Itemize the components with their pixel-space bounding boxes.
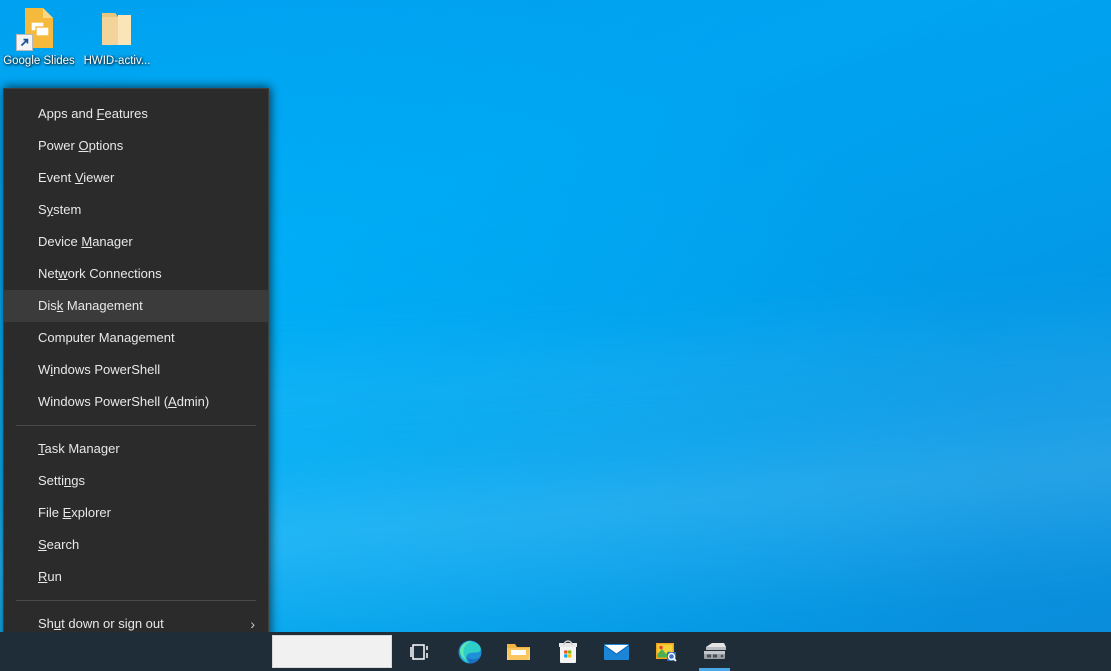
menu-item-device-manager[interactable]: Device Manager [4, 226, 268, 258]
taskbar-button-list [396, 632, 739, 671]
menu-item-label: Network Connections [38, 266, 162, 281]
menu-separator [16, 600, 256, 601]
desktop-icon-list: Google Slides HWID-activ... [0, 4, 156, 68]
winx-power-user-menu: Apps and Features Power Options Event Vi… [3, 88, 269, 671]
menu-item-label: Run [38, 569, 62, 584]
photos-app-icon [655, 642, 677, 662]
google-slides-icon [15, 4, 63, 52]
disk-management-icon [703, 642, 726, 659]
menu-item-apps-and-features[interactable]: Apps and Features [4, 98, 268, 130]
menu-item-label: Disk Management [38, 298, 143, 313]
shortcut-arrow-badge [16, 34, 33, 51]
menu-item-search[interactable]: Search [4, 529, 268, 561]
menu-item-network-connections[interactable]: Network Connections [4, 258, 268, 290]
taskbar-button-mail[interactable] [592, 632, 641, 671]
menu-item-label: Search [38, 537, 80, 552]
menu-item-label: Task Manager [38, 441, 120, 456]
menu-item-label: Windows PowerShell [38, 362, 161, 377]
desktop-icon-label: Google Slides [3, 55, 75, 67]
menu-item-system[interactable]: System [4, 194, 268, 226]
task-view-icon [409, 643, 428, 660]
menu-item-windows-powershell-admin[interactable]: Windows PowerShell (Admin) [4, 386, 268, 418]
desktop-icon-google-slides[interactable]: Google Slides [0, 4, 78, 68]
menu-item-power-options[interactable]: Power Options [4, 130, 268, 162]
taskbar-button-file-explorer[interactable] [494, 632, 543, 671]
menu-item-computer-management[interactable]: Computer Management [4, 322, 268, 354]
taskbar-button-disk-management[interactable] [690, 632, 739, 671]
menu-item-task-manager[interactable]: Task Manager [4, 433, 268, 465]
folder-icon [93, 4, 141, 52]
menu-item-run[interactable]: Run [4, 561, 268, 593]
taskbar-button-task-view[interactable] [396, 632, 445, 671]
menu-separator [16, 425, 256, 426]
taskbar-button-microsoft-edge[interactable] [445, 632, 494, 671]
mail-icon [604, 643, 629, 660]
menu-item-label: Windows PowerShell (Admin) [38, 394, 210, 409]
microsoft-store-icon [558, 640, 577, 663]
menu-item-label: Apps and Features [38, 106, 148, 121]
menu-item-windows-powershell[interactable]: Windows PowerShell [4, 354, 268, 386]
desktop-screen: Google Slides HWID-activ... Apps and Fea… [0, 0, 1111, 671]
desktop-icon-hwid-activ-folder[interactable]: HWID-activ... [78, 4, 156, 68]
taskbar-button-microsoft-store[interactable] [543, 632, 592, 671]
chevron-right-icon: › [250, 616, 255, 632]
menu-item-label: Power Options [38, 138, 124, 153]
menu-item-settings[interactable]: Settings [4, 465, 268, 497]
menu-item-disk-management[interactable]: Disk Management [4, 290, 268, 322]
menu-item-label: System [38, 202, 82, 217]
menu-item-label: Device Manager [38, 234, 133, 249]
menu-item-label: Settings [38, 473, 85, 488]
menu-item-label: File Explorer [38, 505, 111, 520]
taskbar-search-input[interactable] [272, 635, 392, 668]
taskbar [0, 632, 1111, 671]
microsoft-edge-icon [458, 640, 481, 663]
file-explorer-icon [506, 643, 530, 660]
menu-item-label: Computer Management [38, 330, 175, 345]
menu-item-file-explorer[interactable]: File Explorer [4, 497, 268, 529]
menu-item-label: Event Viewer [38, 170, 115, 185]
desktop-icon-label: HWID-activ... [83, 55, 151, 67]
menu-item-event-viewer[interactable]: Event Viewer [4, 162, 268, 194]
taskbar-button-photos-app[interactable] [641, 632, 690, 671]
